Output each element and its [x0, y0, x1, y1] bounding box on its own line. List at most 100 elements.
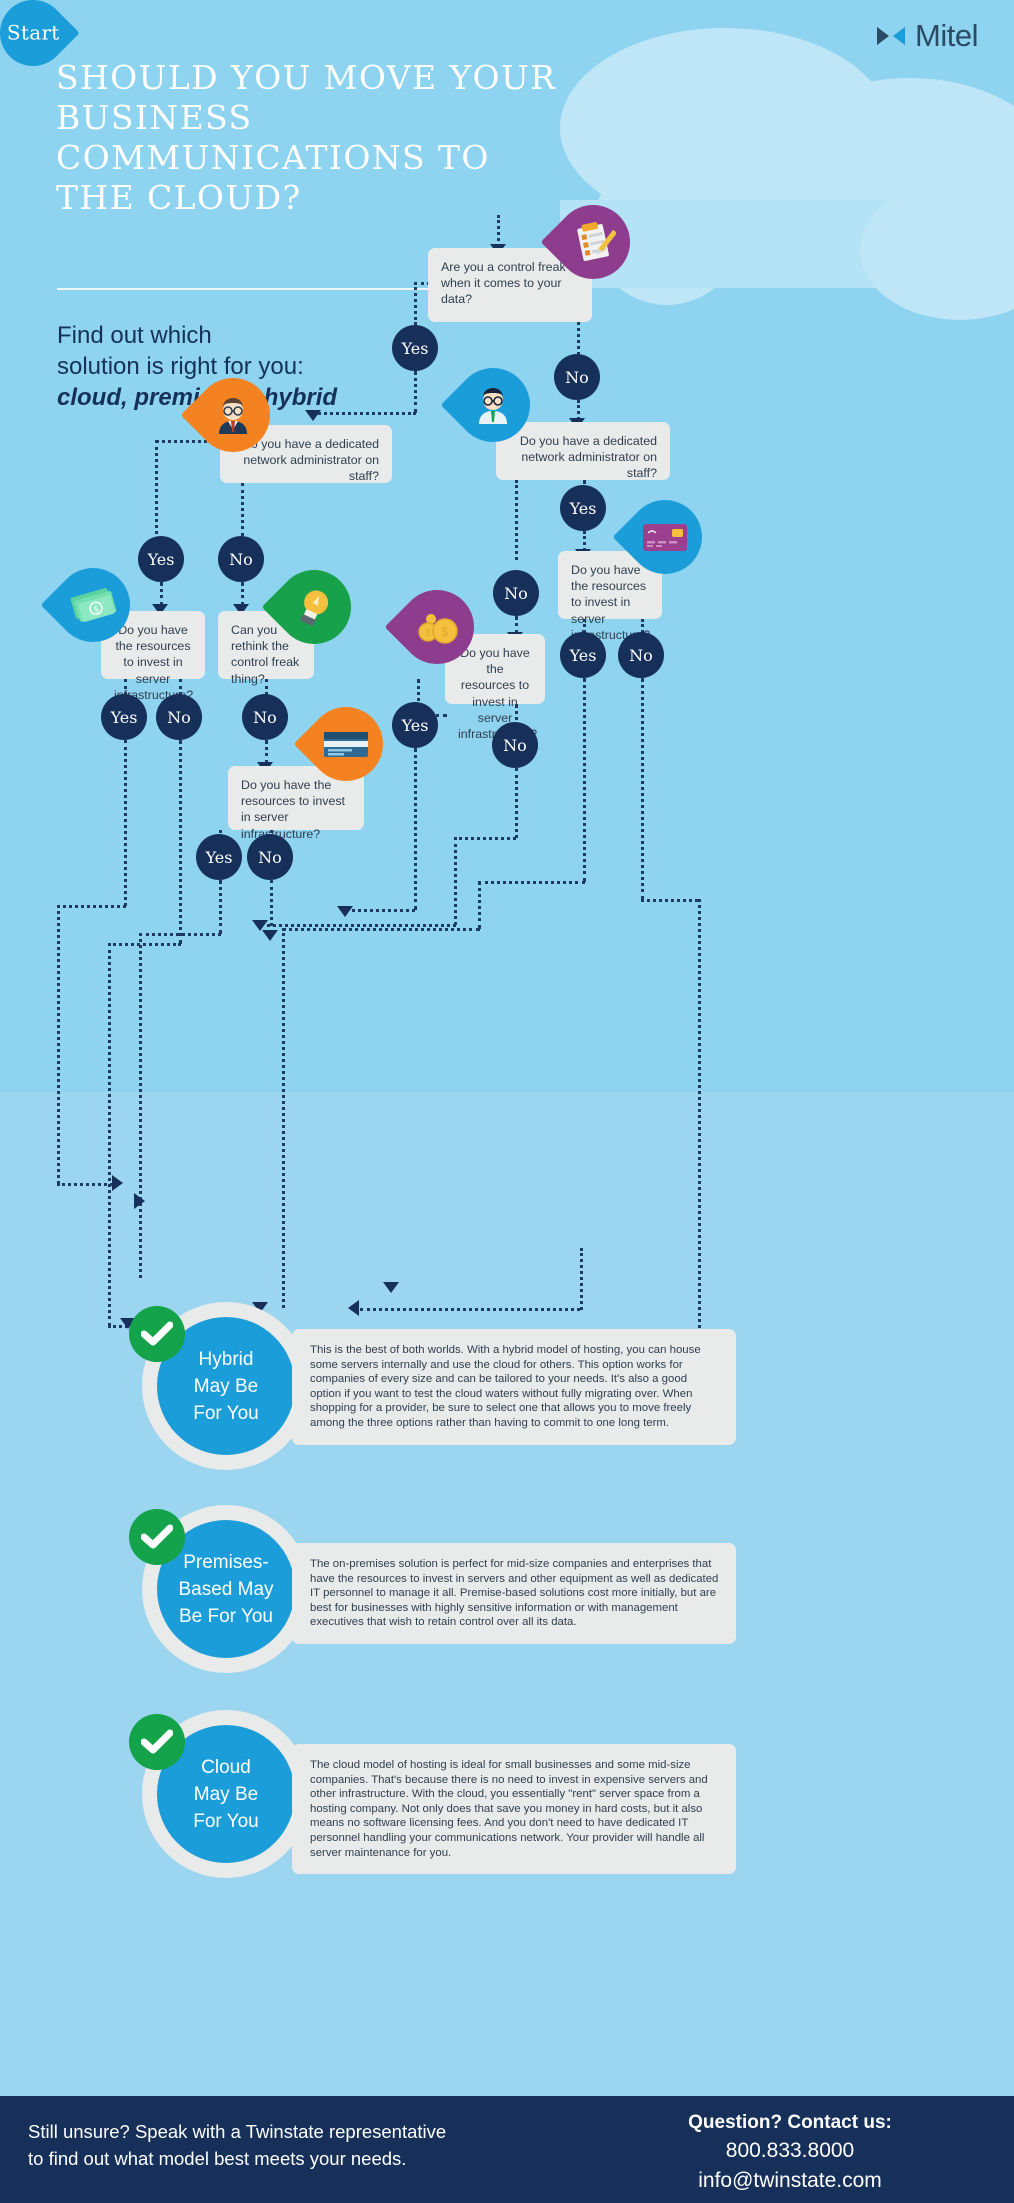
connector-q4-no-v2 [179, 740, 182, 944]
connector-q1-no-v2 [577, 400, 580, 420]
connector-q8-no-v2 [270, 880, 273, 933]
connector-q1-yes-h2 [313, 412, 416, 415]
connector-q6-yes-v2 [414, 748, 417, 910]
question-text-q1: Are you a control freak when it comes to… [441, 260, 566, 307]
connector-q5-no-v2 [265, 740, 268, 764]
connector-q1-yes-v [414, 282, 417, 325]
check-circle-icon [129, 1509, 185, 1565]
answer-label: Yes [110, 707, 138, 727]
footer-contact: Question? Contact us: 800.833.8000 info@… [590, 2110, 990, 2196]
answer-badge-yes-q3[interactable]: Yes [560, 485, 606, 531]
arrow-q4-yes-to-premises [112, 1175, 123, 1191]
result-title-line-2: Based May [178, 1578, 274, 1600]
subtitle-emphasis: cloud, premise or hybrid [57, 384, 338, 411]
answer-badge-no-q6[interactable]: No [492, 722, 538, 768]
connector-q8-yes-v2 [219, 880, 222, 934]
answer-label: Yes [401, 715, 429, 735]
arrow-into-premises [134, 1193, 145, 1209]
connector-q7-yes-h [478, 881, 585, 884]
result-title-line-2: May Be [193, 1375, 259, 1397]
clipboard-checklist-icon [570, 219, 618, 265]
result-title-line-1: Cloud [201, 1756, 251, 1778]
header-divider [57, 288, 429, 290]
answer-label: No [229, 549, 253, 569]
connector-q7-yes-v2 [583, 678, 586, 882]
result-title-line-2: May Be [193, 1783, 259, 1805]
brand-name: Mitel [915, 18, 978, 53]
connector-q3-yes-v2 [583, 531, 586, 551]
answer-badge-yes-q8[interactable]: Yes [196, 834, 242, 880]
coins-icon: $ $ [414, 607, 460, 647]
mitel-bowtie-icon [877, 27, 906, 45]
answer-label: Yes [569, 645, 597, 665]
arrow-q6-yes [337, 906, 353, 917]
connector-q7-no-v3 [698, 899, 701, 1370]
connector-start-to-q1 [497, 215, 500, 247]
footer-email[interactable]: info@twinstate.com [590, 2166, 990, 2196]
connector-into-hybrid-d [580, 1248, 583, 1310]
answer-label: No [565, 367, 589, 387]
answer-badge-no-q8[interactable]: No [247, 834, 293, 880]
result-description: The cloud model of hosting is ideal for … [292, 1744, 736, 1875]
result-title-line-3: Be For You [178, 1605, 274, 1627]
answer-label: No [503, 735, 527, 755]
answer-badge-no-q7[interactable]: No [618, 632, 664, 678]
answer-badge-no-q1[interactable]: No [554, 354, 600, 400]
brand-logo: Mitel [876, 18, 978, 54]
result-title-line-1: Hybrid [198, 1348, 254, 1370]
connector-q2-no-v [241, 483, 244, 536]
connector-q2-yes-v2 [160, 582, 163, 606]
connector-q4-no-v3 [108, 943, 111, 1326]
answer-label: No [629, 645, 653, 665]
flow-start-label: Start [6, 21, 60, 46]
question-box-q3[interactable]: Do you have a dedicated network administ… [496, 422, 670, 480]
answer-badge-yes-q4[interactable]: Yes [101, 694, 147, 740]
connector-q6-no-h [454, 837, 516, 840]
footer-contact-title: Question? Contact us: [688, 2112, 892, 2133]
businessman-orange-icon [210, 392, 256, 438]
arrow-q1-yes [305, 410, 321, 421]
connector-q7-no-v2 [641, 678, 644, 900]
answer-label: No [258, 847, 282, 867]
credit-card-blue-icon [322, 728, 370, 760]
answer-badge-yes-q7[interactable]: Yes [560, 632, 606, 678]
arrow-into-hybrid-mid [383, 1282, 399, 1293]
connector-q6-no-v2 [515, 768, 518, 838]
connector-q4-yes-h [57, 905, 126, 908]
arrow-q8-no [262, 930, 278, 941]
answer-badge-no-q4[interactable]: No [156, 694, 202, 740]
connector-q7-yes-v3 [478, 881, 481, 929]
answer-label: No [504, 583, 528, 603]
footer: Still unsure? Speak with a Twinstate rep… [0, 2096, 1014, 2203]
arrow-into-hybrid-right [348, 1300, 359, 1316]
answer-badge-no-q3[interactable]: No [493, 570, 539, 616]
footer-message-line-2: to find out what model best meets your n… [28, 2148, 407, 2169]
connector-q8-yes-v3 [139, 933, 142, 1278]
answer-badge-no-q5[interactable]: No [242, 694, 288, 740]
result-title-line-1: Premises- [183, 1551, 269, 1573]
connector-q3-no-v [515, 480, 518, 560]
svg-text:$: $ [441, 625, 449, 640]
question-text-q3: Do you have a dedicated network administ… [519, 434, 657, 481]
infographic-canvas: Mitel SHOULD YOU MOVE YOUR BUSINESS COMM… [0, 0, 1014, 2203]
cash-banknotes-icon: $ [69, 583, 117, 627]
connector-q6-no-h2 [260, 924, 456, 927]
result-title-line-3: For You [193, 1810, 259, 1832]
answer-badge-yes-q1[interactable]: Yes [392, 325, 438, 371]
page-title: SHOULD YOU MOVE YOUR BUSINESS COMMUNICAT… [56, 58, 557, 217]
lightbulb-icon [292, 585, 336, 629]
connector-q5-no-v [265, 679, 268, 695]
footer-message-line-1: Still unsure? Speak with a Twinstate rep… [28, 2121, 447, 2142]
answer-badge-yes-q6[interactable]: Yes [392, 702, 438, 748]
answer-badge-no-q2[interactable]: No [218, 536, 264, 582]
connector-q1-yes-v2 [414, 371, 417, 413]
connector-q1-no-v [577, 322, 580, 355]
answer-label: Yes [569, 498, 597, 518]
connector-into-hybrid-b [282, 928, 285, 1308]
answer-label: No [253, 707, 277, 727]
result-title-line-3: For You [193, 1402, 259, 1424]
footer-phone[interactable]: 800.833.8000 [590, 2136, 990, 2166]
footer-message: Still unsure? Speak with a Twinstate rep… [28, 2118, 588, 2172]
check-circle-icon [129, 1714, 185, 1770]
answer-badge-yes-q2[interactable]: Yes [138, 536, 184, 582]
